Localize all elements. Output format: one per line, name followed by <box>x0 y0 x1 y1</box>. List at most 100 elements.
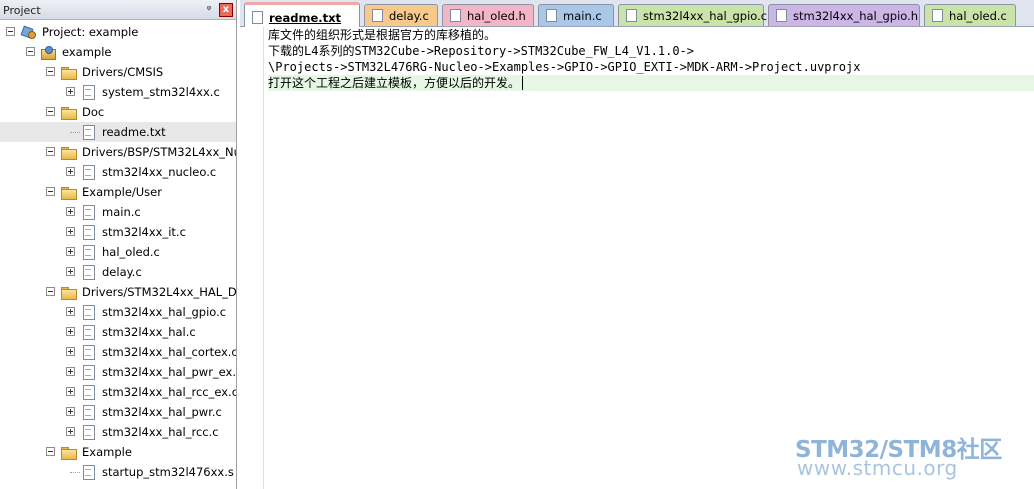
file-icon <box>932 9 943 22</box>
tree-item-label: stm32l4xx_hal_pwr_ex.c <box>102 365 237 379</box>
tree-item-file[interactable]: readme.txt <box>0 122 236 142</box>
tree-item-file[interactable]: system_stm32l4xx.c <box>0 82 236 102</box>
tree-item-file[interactable]: stm32l4xx_hal_gpio.c <box>0 302 236 322</box>
tree-item-project[interactable]: Project: example <box>0 22 236 42</box>
tab-stm32l4xx-hal-gpio-c[interactable]: stm32l4xx_hal_gpio.c <box>618 4 768 26</box>
tree-item-folder[interactable]: Drivers/BSP/STM32L4xx_Nuc <box>0 142 236 162</box>
collapse-icon[interactable] <box>46 147 55 156</box>
tab-hal-oled-h[interactable]: hal_oled.h <box>442 4 534 26</box>
file-icon <box>80 124 96 140</box>
tab-delay-c[interactable]: delay.c <box>364 4 438 26</box>
tree-item-label: hal_oled.c <box>102 245 160 259</box>
tree-item-label: Doc <box>82 105 105 119</box>
file-icon <box>80 364 96 380</box>
tree-item-file[interactable]: stm32l4xx_hal_rcc_ex.c <box>0 382 236 402</box>
folder-icon <box>60 444 77 460</box>
expand-icon[interactable] <box>66 207 75 216</box>
file-icon <box>80 464 96 480</box>
tab-label: hal_oled.h <box>467 9 526 23</box>
expand-icon[interactable] <box>66 267 75 276</box>
close-icon[interactable]: x <box>219 3 233 17</box>
tree-item-label: stm32l4xx_hal_rcc.c <box>102 425 219 439</box>
tab-readme-txt[interactable]: readme.txt <box>244 2 360 27</box>
editor-text-area[interactable]: 库文件的组织形式是根据官方的库移植的。 下载的L4系列的STM32Cube->Re… <box>268 27 1034 489</box>
pin-icon[interactable]: ᵠ <box>202 3 216 17</box>
tab-label: hal_oled.c <box>949 9 1007 23</box>
tree-item-file[interactable]: startup_stm32l476xx.s <box>0 462 236 482</box>
tree-item-folder[interactable]: Drivers/STM32L4xx_HAL_Driv <box>0 282 236 302</box>
expand-icon[interactable] <box>66 307 75 316</box>
tree-item-label: main.c <box>102 205 141 219</box>
tree-item-folder[interactable]: Example/User <box>0 182 236 202</box>
tree-item-label: stm32l4xx_hal.c <box>102 325 196 339</box>
file-icon <box>776 9 787 22</box>
tree-item-file[interactable]: stm32l4xx_hal_cortex.c <box>0 342 236 362</box>
expand-icon[interactable] <box>66 367 75 376</box>
tree-item-folder[interactable]: Doc <box>0 102 236 122</box>
file-icon <box>80 304 96 320</box>
tree-item-label: stm32l4xx_hal_pwr.c <box>102 405 222 419</box>
tree-item-file[interactable]: stm32l4xx_nucleo.c <box>0 162 236 182</box>
tree-item-label: stm32l4xx_it.c <box>102 225 186 239</box>
tree-item-folder[interactable]: Example <box>0 442 236 462</box>
tree-connector <box>70 472 80 473</box>
code-line[interactable]: \Projects->STM32L476RG-Nucleo->Examples-… <box>268 59 1034 75</box>
expand-icon[interactable] <box>66 387 75 396</box>
file-icon <box>80 84 96 100</box>
expand-icon[interactable] <box>66 327 75 336</box>
code-line[interactable]: 打开这个工程之后建立模板，方便以后的开发。 <box>268 75 1034 91</box>
tree-item-label: Example/User <box>82 185 162 199</box>
project-panel-title: Project <box>3 4 41 17</box>
expand-icon[interactable] <box>66 427 75 436</box>
tree-item-label: Example <box>82 445 132 459</box>
file-icon <box>372 9 383 22</box>
file-icon <box>80 344 96 360</box>
tree-item-label: startup_stm32l476xx.s <box>102 465 234 479</box>
tree-item-file[interactable]: stm32l4xx_hal_pwr_ex.c <box>0 362 236 382</box>
file-icon <box>546 9 557 22</box>
collapse-icon[interactable] <box>46 287 55 296</box>
tree-item-label: delay.c <box>102 265 142 279</box>
folder-icon <box>60 184 77 200</box>
expand-icon[interactable] <box>66 347 75 356</box>
code-line[interactable]: 下载的L4系列的STM32Cube->Repository->STM32Cube… <box>268 43 1034 59</box>
tab-hal-oled-c[interactable]: hal_oled.c <box>924 4 1016 26</box>
text-caret <box>522 76 524 90</box>
tree-item-file[interactable]: delay.c <box>0 262 236 282</box>
collapse-icon[interactable] <box>46 107 55 116</box>
code-line[interactable]: 库文件的组织形式是根据官方的库移植的。 <box>268 27 1034 43</box>
expand-icon[interactable] <box>66 167 75 176</box>
tree-item-file[interactable]: main.c <box>0 202 236 222</box>
expand-icon[interactable] <box>66 87 75 96</box>
file-icon <box>80 404 96 420</box>
tree-item-file[interactable]: stm32l4xx_hal_rcc.c <box>0 422 236 442</box>
tree-item-file[interactable]: stm32l4xx_hal.c <box>0 322 236 342</box>
tree-item-label: Drivers/STM32L4xx_HAL_Driv <box>82 285 237 299</box>
tree-item-file[interactable]: stm32l4xx_hal_pwr.c <box>0 402 236 422</box>
file-icon <box>80 204 96 220</box>
tab-main-c[interactable]: main.c <box>538 4 614 26</box>
tab-label: stm32l4xx_hal_gpio.c <box>643 9 768 23</box>
expand-icon[interactable] <box>66 407 75 416</box>
collapse-icon[interactable] <box>46 187 55 196</box>
tab-stm32l4xx-hal-gpio-h[interactable]: stm32l4xx_hal_gpio.h <box>768 4 920 26</box>
collapse-icon[interactable] <box>6 27 15 36</box>
collapse-icon[interactable] <box>26 47 35 56</box>
tree-item-file[interactable]: hal_oled.c <box>0 242 236 262</box>
watermark-url: www.stmcu.org <box>797 456 958 480</box>
collapse-icon[interactable] <box>46 67 55 76</box>
editor-gutter <box>240 27 264 489</box>
tree-connector <box>70 132 80 133</box>
expand-icon[interactable] <box>66 247 75 256</box>
collapse-icon[interactable] <box>46 447 55 456</box>
tree-item-group[interactable]: example <box>0 42 236 62</box>
folder-icon <box>60 104 77 120</box>
tree-item-folder[interactable]: Drivers/CMSIS <box>0 62 236 82</box>
tree-item-label: stm32l4xx_hal_gpio.c <box>102 305 227 319</box>
editor: 库文件的组织形式是根据官方的库移植的。 下载的L4系列的STM32Cube->Re… <box>240 27 1034 489</box>
tree-item-file[interactable]: stm32l4xx_it.c <box>0 222 236 242</box>
expand-icon[interactable] <box>66 227 75 236</box>
tree-item-label: example <box>62 45 112 59</box>
tab-label: stm32l4xx_hal_gpio.h <box>793 9 919 23</box>
tree-item-label: readme.txt <box>102 125 166 139</box>
